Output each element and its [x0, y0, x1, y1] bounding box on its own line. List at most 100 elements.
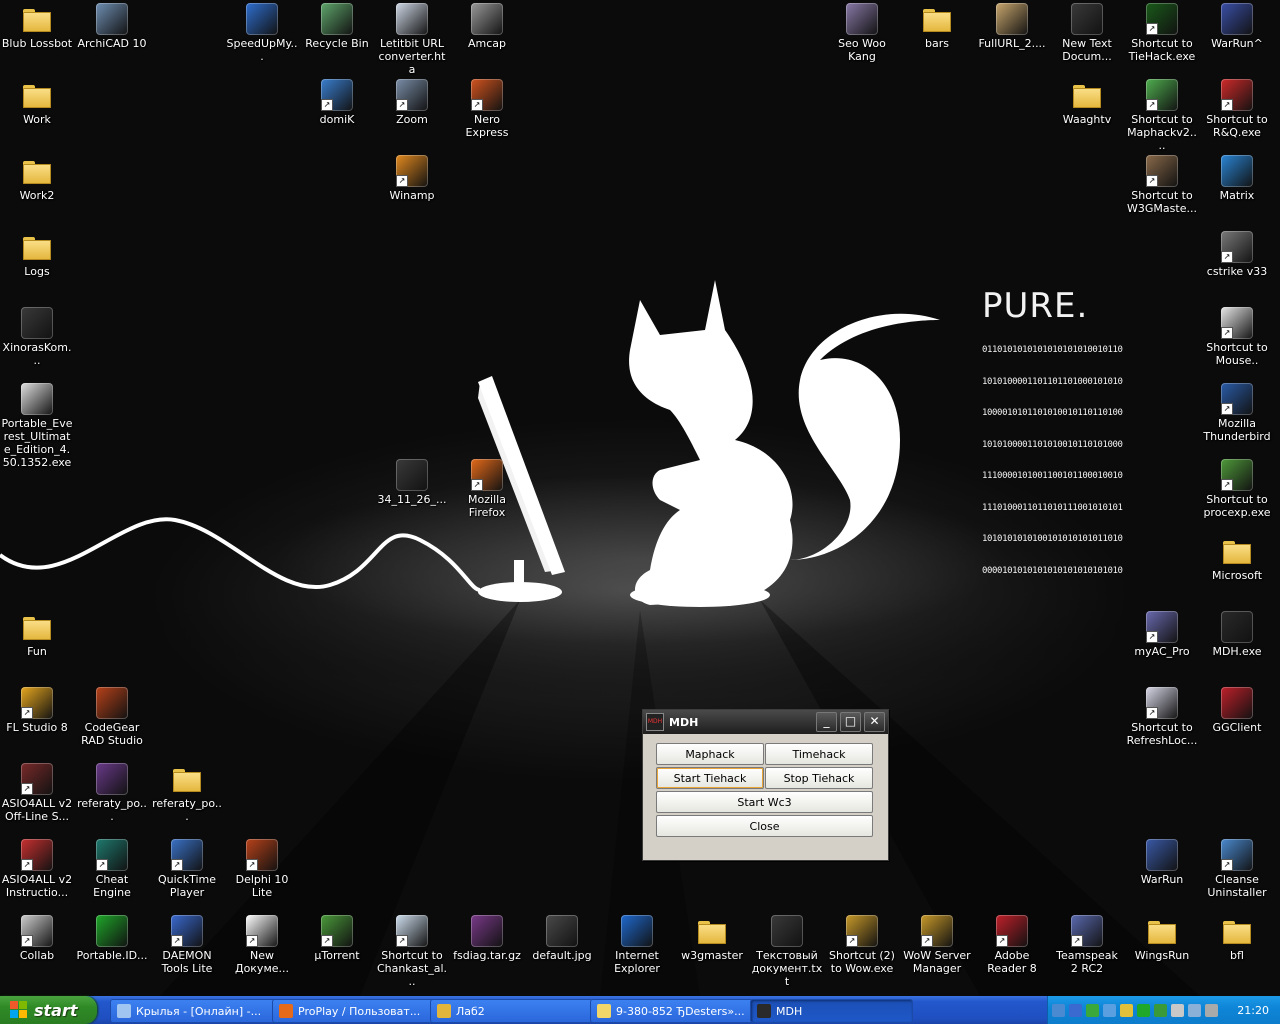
desktop-icon[interactable]: ↗ µTorrent — [300, 915, 374, 962]
maximize-button[interactable]: □ — [840, 712, 861, 732]
start-tiehack-button[interactable]: Start Tiehack — [656, 767, 764, 789]
desktop-icon[interactable]: ↗ Adobe Reader 8 — [975, 915, 1049, 975]
desktop-icon[interactable]: ↗ Shortcut to Mouse.. — [1200, 307, 1274, 367]
tray-app-icon[interactable] — [1154, 1003, 1167, 1017]
desktop-icon[interactable]: Текстовый документ.txt — [750, 915, 824, 988]
desktop-icon[interactable]: ↗ Mozilla Firefox — [450, 459, 524, 519]
taskbar-button[interactable]: MDH — [750, 999, 913, 1023]
desktop-icon[interactable]: Portable.ID... — [75, 915, 149, 962]
tray-app-icon[interactable] — [1188, 1003, 1201, 1017]
desktop-icon[interactable]: ↗ Cleanse Uninstaller — [1200, 839, 1274, 899]
desktop-icon[interactable]: Work2 — [0, 155, 74, 202]
timehack-button[interactable]: Timehack — [765, 743, 873, 765]
taskbar-button[interactable]: Лаб2 — [430, 999, 593, 1023]
desktop-icon[interactable]: Fun — [0, 611, 74, 658]
desktop-icon[interactable]: Work — [0, 79, 74, 126]
desktop-icon[interactable]: ↗ Mozilla Thunderbird — [1200, 383, 1274, 443]
close-button[interactable]: Close — [656, 815, 873, 837]
desktop-icon[interactable]: ↗ DAEMON Tools Lite — [150, 915, 224, 975]
desktop-icon[interactable]: ↗ ASIO4ALL v2 Off-Line S... — [0, 763, 74, 823]
desktop-icon[interactable]: XinorasKom... — [0, 307, 74, 367]
desktop-icon[interactable]: ↗ Shortcut to Maphackv2.... — [1125, 79, 1199, 152]
desktop-icon[interactable]: ArchiCAD 10 — [75, 3, 149, 50]
maphack-button[interactable]: Maphack — [656, 743, 764, 765]
desktop-icon[interactable]: ↗ ASIO4ALL v2 Instructio... — [0, 839, 74, 899]
desktop-icon[interactable]: ↗ Shortcut to TieHack.exe — [1125, 3, 1199, 63]
desktop-icon[interactable]: Blub Lossbot — [0, 3, 74, 50]
desktop-icon[interactable]: ↗ Zoom — [375, 79, 449, 126]
desktop-icon[interactable]: WingsRun — [1125, 915, 1199, 962]
desktop-icon[interactable]: bfl — [1200, 915, 1274, 962]
desktop-icon[interactable]: ↗ domiK — [300, 79, 374, 126]
desktop-icon[interactable]: Microsoft — [1200, 535, 1274, 582]
desktop-icon[interactable]: ↗ Shortcut (2) to Wow.exe — [825, 915, 899, 975]
desktop-icon[interactable]: ↗ Collab — [0, 915, 74, 962]
tray-app-icon[interactable] — [1052, 1003, 1065, 1017]
desktop-icon[interactable]: ↗ Shortcut to RefreshLoc... — [1125, 687, 1199, 747]
desktop-icon[interactable]: 34_11_26_... — [375, 459, 449, 506]
desktop-icon[interactable]: CodeGear RAD Studio — [75, 687, 149, 747]
desktop-icon[interactable]: ↗ Shortcut to Chankast_al... — [375, 915, 449, 988]
application-icon: ↗ — [471, 459, 503, 491]
application-icon: ↗ — [921, 915, 953, 947]
desktop-icon[interactable]: FullURL_2.... — [975, 3, 1049, 50]
tray-app-icon[interactable] — [1086, 1003, 1099, 1017]
tray-app-icon[interactable] — [1069, 1003, 1082, 1017]
tray-app-icon[interactable] — [1120, 1003, 1133, 1017]
desktop-icon[interactable]: ↗ WoW Server Manager — [900, 915, 974, 975]
desktop-icon[interactable]: Portable_Everest_Ultimate_Edition_4.50.1… — [0, 383, 74, 469]
desktop-icon[interactable]: GGClient — [1200, 687, 1274, 734]
start-button[interactable]: start — [0, 996, 97, 1024]
desktop-icon[interactable]: SpeedUpMy... — [225, 3, 299, 63]
desktop-icon[interactable]: Seo Woo Kang — [825, 3, 899, 63]
shortcut-arrow-icon: ↗ — [846, 935, 858, 947]
application-icon — [471, 3, 503, 35]
desktop-icon[interactable]: MDH.exe — [1200, 611, 1274, 658]
desktop-icon[interactable]: ↗ Shortcut to procexp.exe — [1200, 459, 1274, 519]
desktop-icon[interactable]: New Text Docum... — [1050, 3, 1124, 63]
desktop-icon[interactable]: default.jpg — [525, 915, 599, 962]
desktop-icon-label: Delphi 10 Lite — [235, 873, 289, 899]
tray-app-icon[interactable] — [1205, 1003, 1218, 1017]
taskbar-button[interactable]: ProPlay / Пользоват... — [272, 999, 440, 1023]
desktop-icon[interactable]: Waaghtv — [1050, 79, 1124, 126]
desktop-icon[interactable]: WarRun — [1125, 839, 1199, 886]
desktop-icon[interactable]: ↗ Winamp — [375, 155, 449, 202]
desktop-icon[interactable]: ↗ Delphi 10 Lite — [225, 839, 299, 899]
desktop-icon[interactable]: ↗ myAC_Pro — [1125, 611, 1199, 658]
desktop-icon[interactable]: ↗ Shortcut to R&Q.exe — [1200, 79, 1274, 139]
desktop-icon[interactable]: ↗ FL Studio 8 — [0, 687, 74, 734]
desktop-icon[interactable]: Logs — [0, 231, 74, 278]
desktop-icon[interactable]: WarRun^ — [1200, 3, 1274, 50]
desktop-icon[interactable]: Letitbit URL converter.hta — [375, 3, 449, 76]
desktop-icon[interactable]: Amcap — [450, 3, 524, 50]
taskbar-button[interactable]: 9-380-852 ЂDesters»... — [590, 999, 753, 1023]
desktop-icon[interactable]: referaty_po... — [150, 763, 224, 823]
desktop-icon[interactable]: bars — [900, 3, 974, 50]
taskbar-button[interactable]: Крылья - [Онлайн] -... — [110, 999, 278, 1023]
tray-app-icon[interactable] — [1171, 1003, 1184, 1017]
desktop-icon[interactable]: ↗ Nero Express — [450, 79, 524, 139]
desktop-icon[interactable]: ↗ Teamspeak 2 RC2 — [1050, 915, 1124, 975]
desktop-icon[interactable]: Internet Explorer — [600, 915, 674, 975]
tray-app-icon[interactable] — [1137, 1003, 1150, 1017]
mdh-titlebar[interactable]: MDH MDH _ □ ✕ — [643, 710, 888, 734]
desktop-icon[interactable]: ↗ Cheat Engine — [75, 839, 149, 899]
stop-tiehack-button[interactable]: Stop Tiehack — [765, 767, 873, 789]
desktop-icon[interactable]: ↗ QuickTime Player — [150, 839, 224, 899]
desktop-icon[interactable]: Recycle Bin — [300, 3, 374, 50]
minimize-button[interactable]: _ — [816, 712, 837, 732]
close-window-button[interactable]: ✕ — [864, 712, 885, 732]
desktop-icon[interactable]: ↗ New Докуме... — [225, 915, 299, 975]
desktop-icon[interactable]: fsdiag.tar.gz — [450, 915, 524, 962]
desktop-icon[interactable]: ↗ Shortcut to W3GMaste... — [1125, 155, 1199, 215]
desktop-icon[interactable]: referaty_po... — [75, 763, 149, 823]
desktop-icon[interactable]: ↗ cstrike v33 — [1200, 231, 1274, 278]
mdh-window[interactable]: MDH MDH _ □ ✕ Maphack Timehack Start Tie… — [642, 709, 889, 861]
desktop-icon[interactable]: Matrix — [1200, 155, 1274, 202]
tray-app-icon[interactable] — [1103, 1003, 1116, 1017]
start-wc3-button[interactable]: Start Wc3 — [656, 791, 873, 813]
mdh-body: Maphack Timehack Start Tiehack Stop Tieh… — [643, 734, 888, 846]
desktop-icon[interactable]: w3gmaster — [675, 915, 749, 962]
clock[interactable]: 21:20 — [1237, 1004, 1269, 1017]
